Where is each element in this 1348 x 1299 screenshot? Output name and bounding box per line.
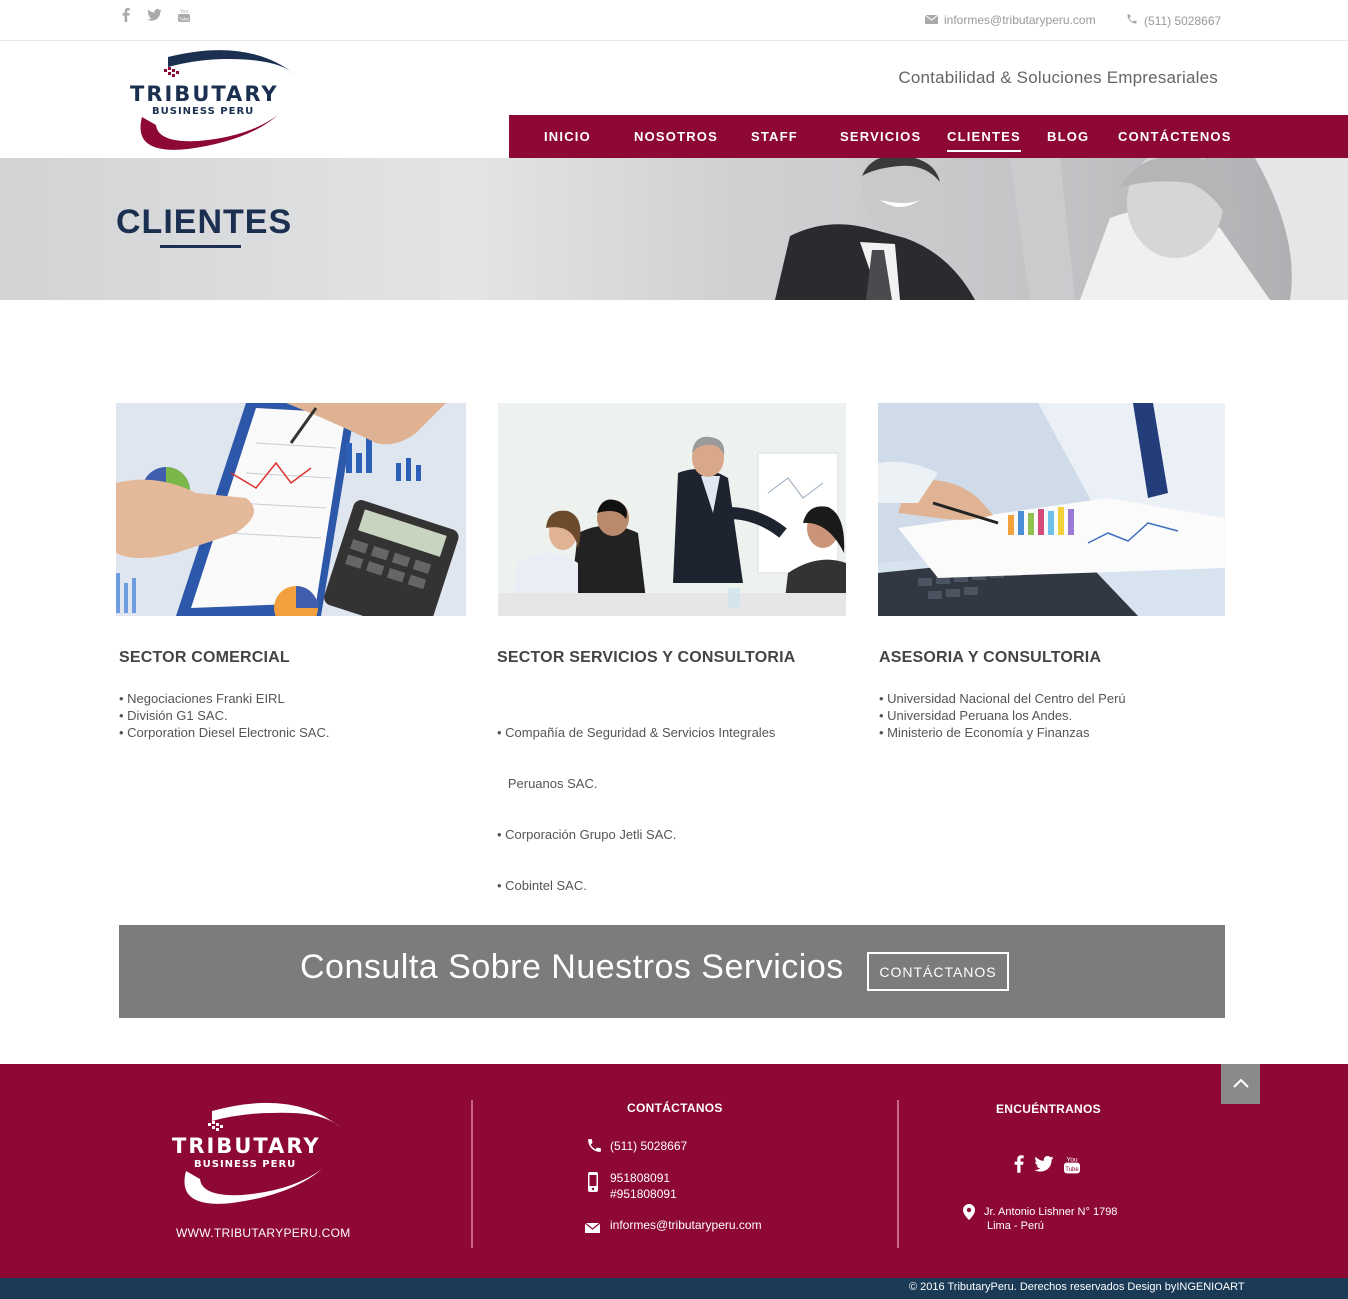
nav-clientes[interactable]: CLIENTES: [947, 129, 1021, 152]
asesoria-title: ASESORIA Y CONSULTORIA: [879, 649, 1102, 666]
footer-phone[interactable]: (511) 5028667: [610, 1138, 687, 1154]
list-item: • Universidad Peruana los Andes.: [879, 708, 1073, 723]
nav-servicios[interactable]: SERVICIOS: [840, 129, 921, 144]
footer-social-links: You Tube: [1014, 1154, 1080, 1179]
asesoria-image: [878, 403, 1225, 616]
site-logo[interactable]: TRIBUTARY BUSINESS PERU: [128, 45, 303, 153]
svg-text:You: You: [179, 9, 188, 15]
list-item: • Negociaciones Franki EIRL: [119, 691, 285, 706]
contactanos-button[interactable]: CONTÁCTANOS: [867, 952, 1009, 991]
footer-logo[interactable]: TRIBUTARY BUSINESS PERU: [172, 1097, 347, 1207]
footer-contact-heading: CONTÁCTANOS: [627, 1101, 723, 1115]
footer-logo-subtitle: BUSINESS PERU: [194, 1159, 296, 1170]
twitter-icon[interactable]: [1034, 1156, 1054, 1177]
youtube-icon[interactable]: You Tube: [176, 6, 191, 24]
chevron-up-icon: [1232, 1075, 1249, 1093]
sector-servicios-list: • Compañía de Seguridad & Servicios Inte…: [497, 690, 775, 911]
back-to-top-button[interactable]: [1221, 1064, 1260, 1104]
top-email-text: informes@tributaryperu.com: [944, 13, 1096, 27]
page-title: CLIENTES: [116, 203, 293, 241]
list-item: • Corporation Diesel Electronic SAC.: [119, 725, 330, 740]
footer-divider: [897, 1100, 899, 1248]
location-pin-icon: [963, 1204, 975, 1225]
twitter-icon[interactable]: [147, 6, 162, 24]
list-item: Peruanos SAC.: [497, 776, 598, 791]
list-item: • Compañía de Seguridad & Servicios Inte…: [497, 725, 776, 740]
top-phone-text: (511) 5028667: [1144, 13, 1222, 28]
footer-email[interactable]: informes@tributaryperu.com: [610, 1217, 762, 1233]
top-social-links: You Tube: [118, 6, 191, 24]
envelope-icon: [584, 1220, 601, 1238]
facebook-icon[interactable]: [118, 6, 133, 24]
envelope-icon: [924, 13, 939, 27]
list-item: • Universidad Nacional del Centro del Pe…: [879, 691, 1126, 706]
nav-blog[interactable]: BLOG: [1047, 129, 1089, 144]
sector-servicios-title: SECTOR SERVICIOS Y CONSULTORIA: [497, 649, 796, 666]
list-item: • Corporación Grupo Jetli SAC.: [497, 827, 677, 842]
copyright-text: © 2016 TributaryPeru. Derechos reservado…: [909, 1281, 1245, 1293]
footer-divider: [471, 1100, 473, 1248]
facebook-icon[interactable]: [1014, 1155, 1024, 1178]
youtube-icon[interactable]: You Tube: [1064, 1154, 1080, 1179]
sector-comercial-title: SECTOR COMERCIAL: [119, 649, 290, 666]
main-nav: INICIO NOSOTROS STAFF SERVICIOS CLIENTES…: [509, 115, 1348, 158]
sector-comercial-list: • Negociaciones Franki EIRL • División G…: [119, 690, 329, 741]
nav-contactenos[interactable]: CONTÁCTENOS: [1118, 129, 1232, 144]
list-item: • División G1 SAC.: [119, 708, 228, 723]
footer-address-2: Lima - Perú: [987, 1220, 1044, 1232]
footer-website-link[interactable]: WWW.TRIBUTARYPERU.COM: [176, 1226, 351, 1240]
top-phone[interactable]: (511) 5028667: [1126, 13, 1221, 28]
nav-nosotros[interactable]: NOSOTROS: [634, 129, 718, 144]
phone-icon: [585, 1137, 604, 1159]
footer-mobile-2[interactable]: #951808091: [610, 1186, 677, 1202]
svg-text:You: You: [1066, 1156, 1078, 1163]
top-email[interactable]: informes@tributaryperu.com: [924, 13, 1096, 27]
sector-comercial-image: [116, 403, 466, 616]
site-tagline: Contabilidad & Soluciones Empresariales: [898, 68, 1218, 87]
nav-inicio[interactable]: INICIO: [544, 129, 591, 144]
logo-wordmark: TRIBUTARY: [130, 82, 279, 106]
footer-address-1: Jr. Antonio Lishner N° 1798: [984, 1206, 1118, 1218]
svg-text:Tube: Tube: [1065, 1167, 1079, 1173]
list-item: • Cobintel SAC.: [497, 878, 587, 893]
nav-staff[interactable]: STAFF: [751, 129, 798, 144]
list-item: • Ministerio de Economía y Finanzas: [879, 725, 1090, 740]
sector-servicios-image: [498, 403, 846, 616]
footer-logo-wordmark: TRIBUTARY: [172, 1134, 321, 1158]
consulta-banner-text: Consulta Sobre Nuestros Servicios: [300, 948, 844, 986]
svg-text:Tube: Tube: [178, 16, 189, 21]
phone-icon: [1126, 13, 1138, 28]
footer-find-heading: ENCUÉNTRANOS: [996, 1102, 1101, 1116]
asesoria-list: • Universidad Nacional del Centro del Pe…: [879, 690, 1126, 741]
mobile-phone-icon: [587, 1172, 599, 1197]
title-underline: [160, 245, 241, 248]
footer-mobile-1[interactable]: 951808091: [610, 1170, 670, 1186]
logo-subtitle: BUSINESS PERU: [152, 106, 254, 117]
